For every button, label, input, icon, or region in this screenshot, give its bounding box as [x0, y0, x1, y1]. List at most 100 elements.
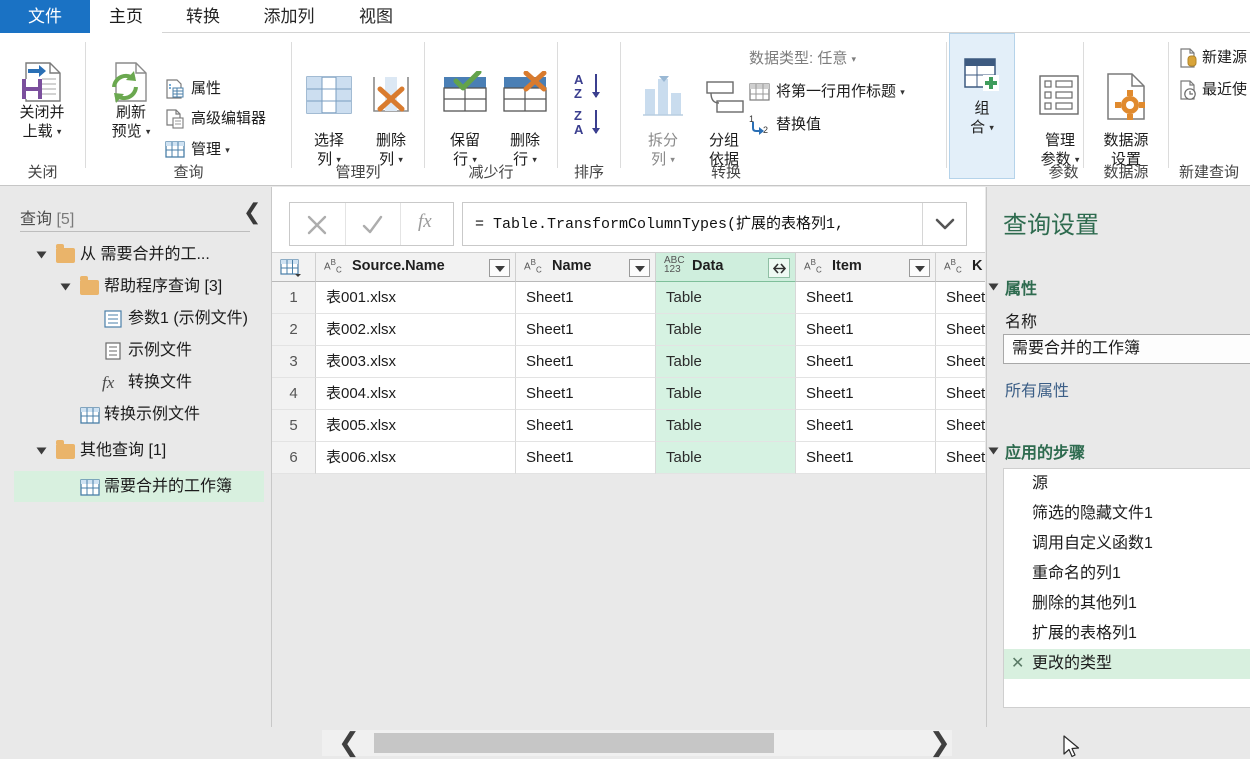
- applied-step-item[interactable]: 删除的其他列1: [1004, 589, 1250, 619]
- query-item-folder-from-workbook[interactable]: 从 需要合并的工...: [14, 239, 264, 270]
- accept-button[interactable]: [345, 203, 400, 245]
- column-header-name[interactable]: ABC Name: [516, 252, 656, 282]
- tab-view[interactable]: 视图: [340, 0, 412, 33]
- applied-step-item[interactable]: 调用自定义函数1: [1004, 529, 1250, 559]
- grid-cell[interactable]: Sheet1: [516, 282, 656, 314]
- column-filter-dropdown[interactable]: [909, 259, 930, 277]
- grid-cell[interactable]: Sheet1: [796, 346, 936, 378]
- chevron-right-icon[interactable]: ❯: [929, 729, 951, 755]
- replace-values-button[interactable]: 替换值: [776, 114, 821, 136]
- tab-file[interactable]: 文件: [0, 0, 90, 33]
- query-item-parameter1[interactable]: 参数1 (示例文件): [14, 303, 264, 334]
- grid-cell[interactable]: Sheet: [936, 378, 985, 410]
- select-all-table-icon[interactable]: [272, 252, 316, 282]
- applied-step-item-selected[interactable]: ✕ 更改的类型: [1004, 649, 1250, 679]
- use-first-row-as-headers-button[interactable]: 将第一行用作标题 ▾: [776, 81, 905, 103]
- query-item-sample-file[interactable]: 示例文件: [14, 335, 264, 366]
- row-header[interactable]: 3: [272, 346, 316, 378]
- horizontal-scrollbar[interactable]: ❮ ❯: [272, 727, 985, 759]
- advanced-editor-button[interactable]: 高级编辑器: [191, 108, 266, 130]
- grid-cell[interactable]: Sheet1: [796, 282, 936, 314]
- combine-label-wrap[interactable]: 组 合 ▾: [948, 99, 1016, 138]
- tab-transform[interactable]: 转换: [167, 0, 239, 33]
- all-properties-link[interactable]: 所有属性: [1005, 377, 1069, 401]
- grid-cell[interactable]: 表006.xlsx: [316, 442, 516, 474]
- close-and-load-button[interactable]: 关闭并 上载 ▾: [5, 103, 79, 142]
- query-item-folder-helper-queries[interactable]: 帮助程序查询 [3]: [14, 271, 264, 302]
- grid-cell[interactable]: Sheet1: [796, 378, 936, 410]
- properties-button[interactable]: 属性: [191, 78, 221, 100]
- row-header[interactable]: 6: [272, 442, 316, 474]
- formula-text: = Table.TransformColumnTypes(扩展的表格列1,: [475, 216, 845, 233]
- applied-steps-section-triangle-icon[interactable]: [988, 447, 999, 455]
- grid-cell[interactable]: Sheet: [936, 282, 985, 314]
- query-item-transform-file[interactable]: fx 转换文件: [14, 367, 264, 398]
- grid-cell[interactable]: Sheet: [936, 410, 985, 442]
- scrollbar-thumb[interactable]: [374, 733, 774, 753]
- fx-insert-step-button[interactable]: fx: [400, 203, 455, 245]
- column-header-source-name[interactable]: ABC Source.Name: [316, 252, 516, 282]
- grid-cell[interactable]: Sheet1: [516, 378, 656, 410]
- grid-cell[interactable]: Table: [656, 410, 796, 442]
- query-item-workbooks-to-combine[interactable]: 需要合并的工作簿: [14, 471, 264, 502]
- applied-step-item[interactable]: 源: [1004, 469, 1250, 499]
- manage-button[interactable]: 管理 ▾: [191, 139, 230, 161]
- row-header[interactable]: 4: [272, 378, 316, 410]
- formula-input-box[interactable]: = Table.TransformColumnTypes(扩展的表格列1,: [462, 202, 967, 246]
- grid-cell[interactable]: Sheet1: [796, 442, 936, 474]
- query-name-input[interactable]: 需要合并的工作簿: [1003, 334, 1250, 364]
- grid-cell[interactable]: Sheet1: [796, 314, 936, 346]
- applied-step-item[interactable]: 扩展的表格列1: [1004, 619, 1250, 649]
- row-header[interactable]: 1: [272, 282, 316, 314]
- grid-cell[interactable]: Table: [656, 378, 796, 410]
- sort-descending-icon[interactable]: Z A: [572, 107, 608, 139]
- sort-ascending-icon[interactable]: A Z: [572, 71, 608, 103]
- chevron-left-icon[interactable]: ❮: [243, 201, 261, 223]
- chevron-left-icon[interactable]: ❮: [338, 729, 360, 755]
- data-type-dropdown[interactable]: 数据类型: 任意 ▾: [749, 48, 856, 70]
- grid-cell[interactable]: 表005.xlsx: [316, 410, 516, 442]
- grid-cell[interactable]: 表004.xlsx: [316, 378, 516, 410]
- cancel-button[interactable]: [290, 203, 345, 245]
- query-item-transform-sample-file[interactable]: 转换示例文件: [14, 399, 264, 430]
- tab-home[interactable]: 主页: [90, 0, 162, 33]
- row-header[interactable]: 2: [272, 314, 316, 346]
- grid-cell[interactable]: Sheet1: [516, 410, 656, 442]
- applied-step-item[interactable]: 重命名的列1: [1004, 559, 1250, 589]
- expand-triangle-icon[interactable]: [36, 251, 47, 259]
- grid-cell[interactable]: Table: [656, 442, 796, 474]
- grid-cell[interactable]: Table: [656, 346, 796, 378]
- grid-cell[interactable]: Sheet1: [796, 410, 936, 442]
- grid-cell[interactable]: Table: [656, 314, 796, 346]
- replace-values-icon: 1 2: [749, 114, 768, 135]
- grid-cell[interactable]: Sheet1: [516, 442, 656, 474]
- tab-add-column[interactable]: 添加列: [246, 0, 332, 33]
- properties-section-triangle-icon[interactable]: [988, 283, 999, 291]
- grid-cell[interactable]: Sheet: [936, 314, 985, 346]
- expand-column-button[interactable]: [768, 258, 790, 278]
- expand-triangle-icon[interactable]: [60, 283, 71, 291]
- column-filter-dropdown[interactable]: [489, 259, 510, 277]
- column-header-item[interactable]: ABC Item: [796, 252, 936, 282]
- applied-step-item[interactable]: 筛选的隐藏文件1: [1004, 499, 1250, 529]
- refresh-preview-button[interactable]: 刷新 预览 ▾: [94, 103, 168, 142]
- column-header-k[interactable]: ABC K: [936, 252, 985, 282]
- column-filter-dropdown[interactable]: [629, 259, 650, 277]
- recent-sources-button[interactable]: 最近使: [1202, 79, 1247, 101]
- grid-cell[interactable]: 表001.xlsx: [316, 282, 516, 314]
- grid-cell[interactable]: 表002.xlsx: [316, 314, 516, 346]
- grid-cell[interactable]: Table: [656, 282, 796, 314]
- ribbon-group-new-query: 新建源 最近使 新建查询: [1169, 33, 1250, 186]
- expand-triangle-icon[interactable]: [36, 447, 47, 455]
- row-header[interactable]: 5: [272, 410, 316, 442]
- new-source-button[interactable]: 新建源: [1202, 47, 1247, 69]
- grid-cell[interactable]: Sheet1: [516, 314, 656, 346]
- query-item-folder-other-queries[interactable]: 其他查询 [1]: [14, 435, 264, 466]
- grid-cell[interactable]: Sheet: [936, 442, 985, 474]
- grid-cell[interactable]: 表003.xlsx: [316, 346, 516, 378]
- chevron-down-icon[interactable]: [922, 203, 966, 245]
- x-icon[interactable]: ✕: [1011, 649, 1024, 679]
- grid-cell[interactable]: Sheet: [936, 346, 985, 378]
- grid-cell[interactable]: Sheet1: [516, 346, 656, 378]
- column-header-data[interactable]: ABC 123 Data: [656, 252, 796, 282]
